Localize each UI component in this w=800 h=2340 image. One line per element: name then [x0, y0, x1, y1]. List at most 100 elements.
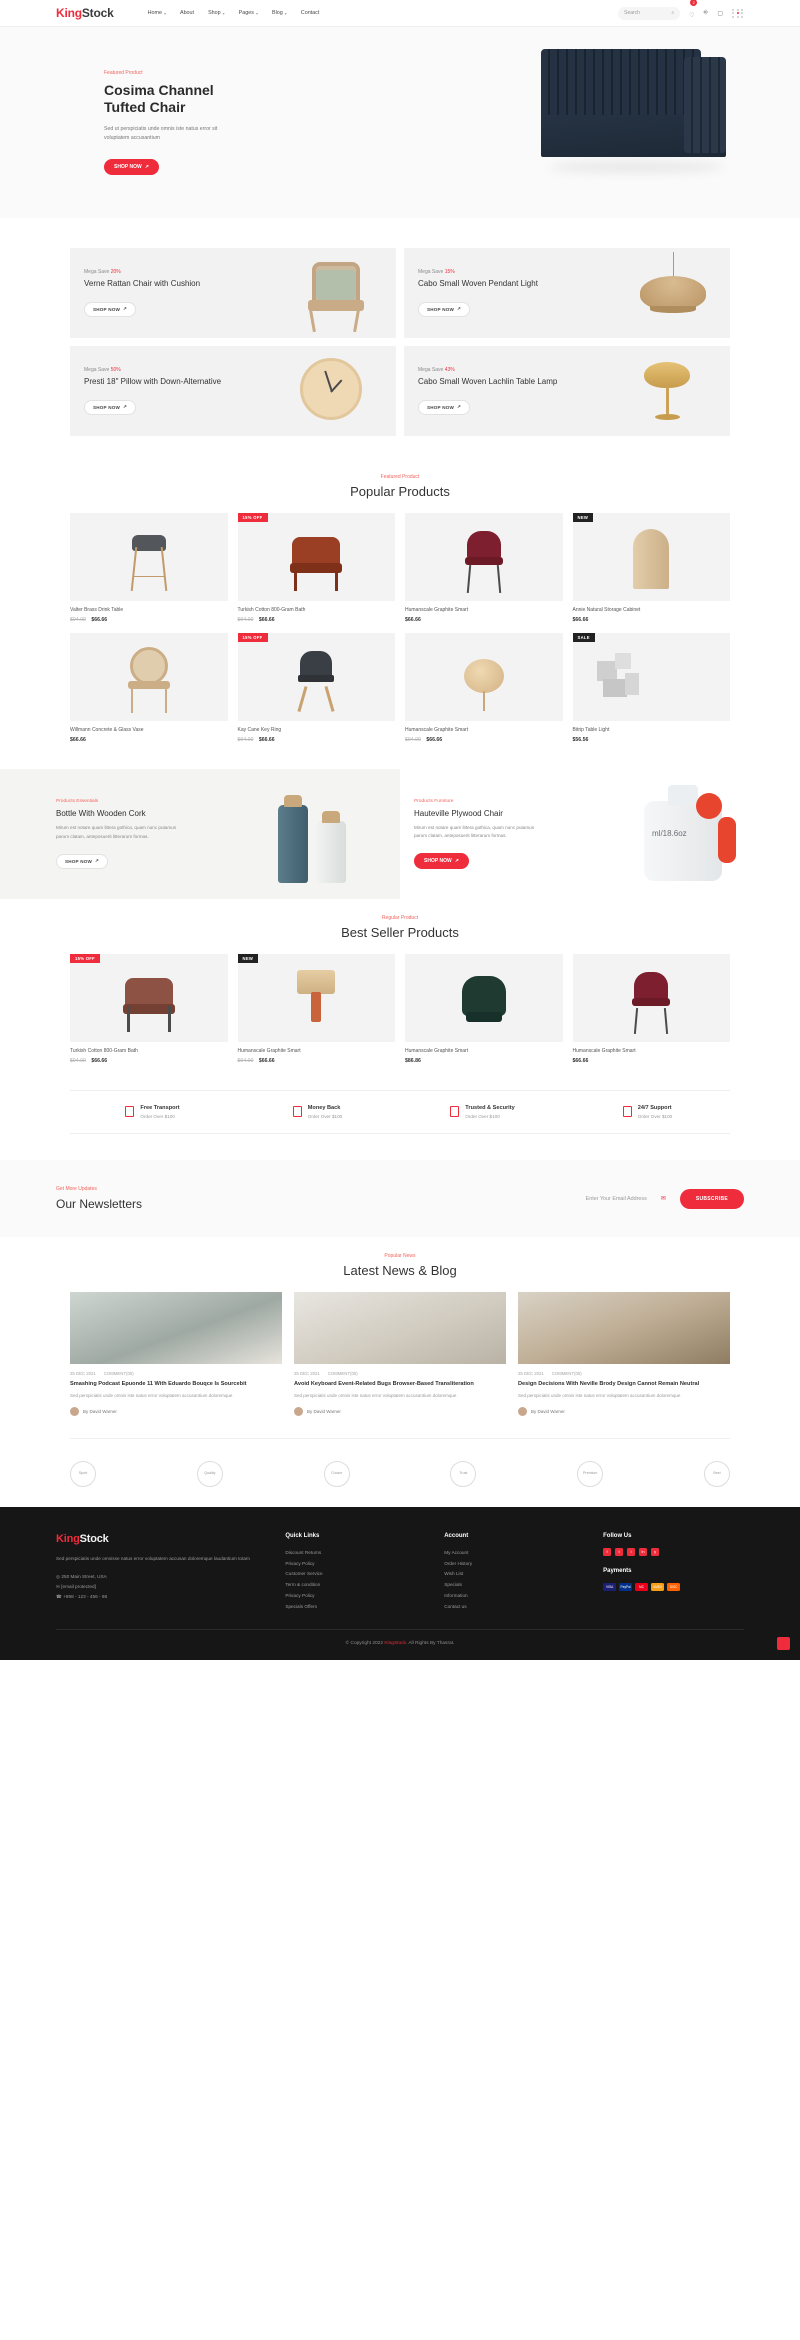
- promo-card-pendant-light[interactable]: Mega Save 15% Cabo Small Woven Pendant L…: [404, 248, 730, 338]
- chair-base: [465, 1012, 502, 1022]
- twitter-icon[interactable]: t: [615, 1547, 624, 1556]
- facebook-icon[interactable]: f: [603, 1547, 612, 1556]
- search-input[interactable]: Search ⌕: [618, 6, 681, 20]
- blog-meta: 25 DEC 2021 COMMENT(05): [294, 1371, 506, 1376]
- banner-shop-now-button[interactable]: SHOP NOW ↗: [414, 853, 469, 870]
- chair-leg: [634, 1007, 638, 1035]
- blog-post-card[interactable]: 25 DEC 2021 COMMENT(05) Smashing Podcast…: [70, 1292, 282, 1416]
- list-item[interactable]: Wish List: [444, 1569, 585, 1580]
- mail-icon: ✉: [660, 1196, 666, 1202]
- product-name: Turkish Cotton 800-Gram Bath: [237, 607, 306, 613]
- cart-button[interactable]: 2 ♡: [689, 0, 698, 22]
- table-top: [463, 659, 504, 693]
- nav-item-blog[interactable]: Blog ▾: [272, 10, 287, 16]
- chair-body: [461, 976, 506, 1016]
- promo-shop-now-button[interactable]: SHOP NOW ↗: [418, 301, 471, 317]
- footer-logo[interactable]: KingStock: [56, 1533, 267, 1545]
- logo-first: King: [56, 1532, 80, 1545]
- promo-shop-now-button[interactable]: SHOP NOW ↗: [418, 399, 471, 415]
- list-item[interactable]: Customer Service: [285, 1569, 426, 1580]
- clock-illustration: [245, 346, 388, 436]
- promo-shop-now-button[interactable]: SHOP NOW ↗: [84, 301, 137, 317]
- promo-title: Cabo Small Woven Lachlin Table Lamp: [418, 377, 558, 387]
- product-card[interactable]: 15% OFF Turkish Cotton 800-Gram Bath $94…: [237, 513, 395, 623]
- blog-post-title[interactable]: Avoid Keyboard Event-Related Bugs Browse…: [294, 1380, 506, 1388]
- subscribe-button[interactable]: SUBSCRIBE: [679, 1188, 744, 1209]
- banner-plywood-chair[interactable]: Products Furniture Hauteville Plywood Ch…: [400, 769, 800, 899]
- product-card[interactable]: Humanscale Graphite Smart $66.66: [572, 954, 730, 1064]
- site-header: KingStock Home ▾ About Shop ▾ Pages ▾ Blog ▾…: [0, 0, 800, 27]
- product-card[interactable]: SALE Bitrip Table Light $56.56: [572, 633, 730, 743]
- brand-logo[interactable]: Choice: [323, 1460, 350, 1487]
- product-card[interactable]: Willmann Concrete & Glass Vase $66.66: [70, 633, 228, 743]
- product-price: $66.66: [70, 737, 228, 743]
- table-leg: [482, 691, 485, 711]
- promo-cta-label: SHOP NOW: [93, 404, 121, 410]
- scroll-to-top-button[interactable]: [777, 1636, 790, 1650]
- list-item[interactable]: Privacy Policy: [285, 1591, 426, 1602]
- brand-logo[interactable]: Quality: [196, 1460, 223, 1487]
- list-item[interactable]: Specials: [444, 1580, 585, 1591]
- instagram-icon[interactable]: i: [627, 1547, 636, 1556]
- product-card[interactable]: Valter Brass Drink Table $94.00 $66.66: [70, 513, 228, 623]
- search-placeholder: Search: [624, 10, 640, 16]
- blog-section: Popular News Latest News & Blog 25 DEC 2…: [70, 1237, 730, 1507]
- newsletter-email-input[interactable]: Enter Your Email Address: [586, 1196, 647, 1202]
- product-card[interactable]: Humanscale Graphite Smart $86.86: [405, 954, 563, 1064]
- list-item[interactable]: Discount Returns: [285, 1548, 426, 1559]
- promo-card-pillow[interactable]: Mega Save 50% Presti 18" Pillow with Dow…: [70, 346, 396, 436]
- price-current: $66.66: [572, 1058, 589, 1064]
- apps-grid-icon[interactable]: [732, 8, 744, 18]
- brand-logo[interactable]: Best: [703, 1460, 730, 1487]
- nav-item-pages[interactable]: Pages ▾: [239, 10, 258, 16]
- brand-logo[interactable]: Trust: [450, 1460, 477, 1487]
- bestseller-products-grid: 15% OFF Turkish Cotton 800-Gram Bath $94…: [70, 954, 730, 1064]
- brand-logo[interactable]: Premium: [577, 1460, 604, 1487]
- product-card[interactable]: NEW Humanscale Graphite Smart $94.00 $66…: [237, 954, 395, 1064]
- list-item[interactable]: Information: [444, 1591, 585, 1602]
- footer-email[interactable]: ✉ [email protected]: [56, 1582, 267, 1592]
- banner-shop-now-button[interactable]: SHOP NOW ↗: [56, 853, 109, 869]
- chevron-down-icon: ▾: [284, 10, 287, 16]
- list-item[interactable]: Term & condition: [285, 1580, 426, 1591]
- banner-bottle-cork[interactable]: Products Essentials Bottle With Wooden C…: [0, 769, 400, 899]
- footer-phone[interactable]: ☎ +898 - 123 - 456 - 98: [56, 1592, 267, 1602]
- blog-post-card[interactable]: 25 DEC 2021 COMMENT(05) Avoid Keyboard E…: [294, 1292, 506, 1416]
- linkedin-icon[interactable]: in: [639, 1547, 648, 1556]
- nav-item-about[interactable]: About: [180, 10, 194, 16]
- nav-item-home[interactable]: Home ▾: [148, 10, 166, 16]
- youtube-icon[interactable]: y: [651, 1547, 660, 1556]
- hero-shop-now-button[interactable]: SHOP NOW ↗: [104, 159, 159, 176]
- product-card[interactable]: 15% OFF Kay Cane Key Ring $94.00 $66.66: [237, 633, 395, 743]
- product-card[interactable]: NEW Annie Natural Storage Cabinet $66.66: [572, 513, 730, 623]
- blog-comments: COMMENT(05): [103, 1371, 134, 1376]
- promo-shop-now-button[interactable]: SHOP NOW ↗: [84, 399, 137, 415]
- blog-comments: COMMENT(05): [327, 1371, 358, 1376]
- promo-card-rattan-chair[interactable]: Mega Save 20% Verne Rattan Chair with Cu…: [70, 248, 396, 338]
- feature-subtitle: Order Over $100: [307, 1114, 343, 1119]
- nav-item-shop[interactable]: Shop ▾: [208, 10, 225, 16]
- brand-logo[interactable]: Sport: [70, 1460, 96, 1487]
- list-item[interactable]: Privacy Policy: [285, 1559, 426, 1570]
- list-item[interactable]: Contact us: [444, 1602, 585, 1613]
- blog-post-title[interactable]: Smashing Podcast Epuonde 11 With Eduardo…: [70, 1380, 282, 1388]
- product-card[interactable]: 15% OFF Turkish Cotton 800-Gram Bath $94…: [70, 954, 228, 1064]
- price-current: $56.56: [572, 737, 589, 743]
- site-logo[interactable]: KingStock: [56, 6, 114, 20]
- armchair-leg: [126, 1006, 130, 1032]
- stool-leg: [130, 547, 138, 591]
- cart-icon[interactable]: ▢: [717, 10, 723, 17]
- chair-leg: [297, 686, 308, 712]
- list-item[interactable]: My Account: [444, 1548, 585, 1559]
- promo-card-table-lamp[interactable]: Mega Save 43% Cabo Small Woven Lachlin T…: [404, 346, 730, 436]
- blog-post-card[interactable]: 25 DEC 2021 COMMENT(05) Design Decisions…: [518, 1292, 730, 1416]
- blog-date: 25 DEC 2021: [294, 1371, 320, 1376]
- product-card[interactable]: Humanscale Graphite Smart $94.00 $66.66: [405, 633, 563, 743]
- nav-item-contact[interactable]: Contact: [301, 10, 320, 16]
- product-card[interactable]: Humanscale Graphite Smart $66.66: [405, 513, 563, 623]
- user-icon[interactable]: ⎆: [704, 10, 709, 17]
- blog-post-title[interactable]: Design Decisions With Neville Brody Desi…: [518, 1380, 730, 1388]
- hero-description: Sed ut perspiciatis unde omnis iste natu…: [104, 125, 218, 141]
- list-item[interactable]: Specials Offers: [285, 1602, 426, 1613]
- list-item[interactable]: Order History: [444, 1559, 585, 1570]
